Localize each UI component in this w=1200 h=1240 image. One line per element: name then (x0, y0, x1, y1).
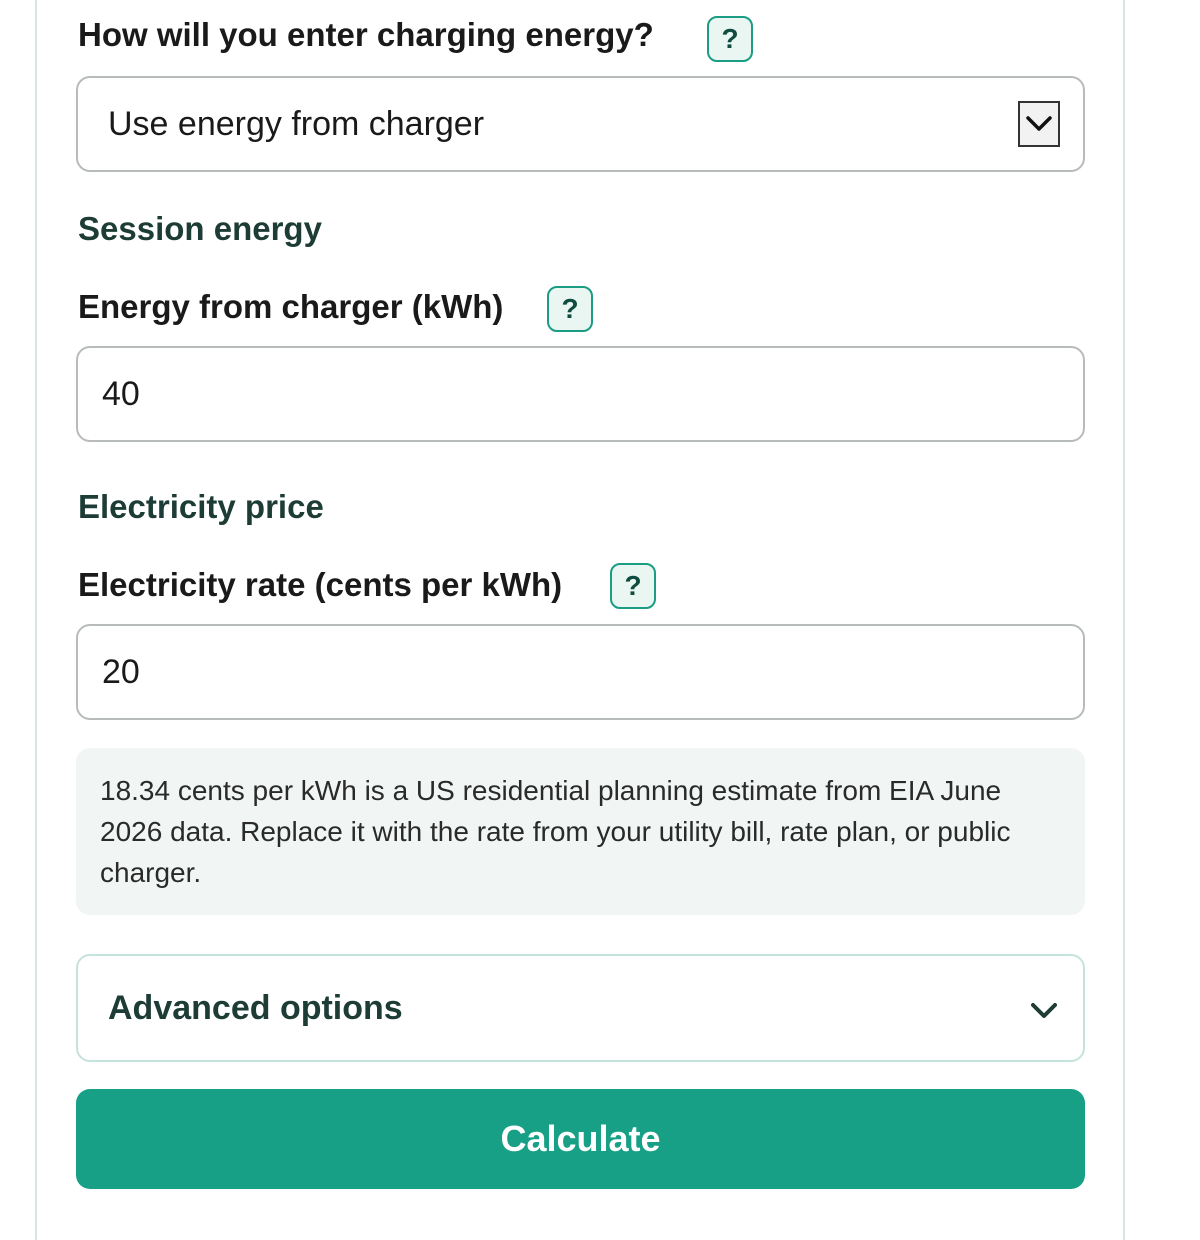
electricity-price-heading: Electricity price (78, 488, 324, 525)
help-question-icon: ? (624, 570, 642, 601)
energy-method-selected-value: Use energy from charger (108, 104, 485, 143)
energy-from-charger-input[interactable]: 40 (76, 346, 1085, 442)
help-question-icon: ? (721, 23, 739, 54)
help-question-icon: ? (561, 293, 579, 324)
advanced-options-label: Advanced options (108, 988, 403, 1027)
energy-from-charger-help-button[interactable]: ? (547, 286, 593, 332)
energy-from-charger-label: Energy from charger (kWh) (78, 288, 504, 325)
energy-method-help-button[interactable]: ? (707, 16, 753, 62)
energy-from-charger-value: 40 (102, 374, 140, 413)
electricity-rate-input[interactable]: 20 (76, 624, 1085, 720)
session-energy-heading: Session energy (78, 210, 322, 247)
rate-estimate-note: 18.34 cents per kWh is a US residential … (76, 748, 1085, 915)
electricity-rate-label: Electricity rate (cents per kWh) (78, 566, 563, 603)
electricity-rate-value: 20 (102, 652, 140, 691)
chevron-down-icon[interactable] (1018, 101, 1060, 147)
energy-method-select[interactable]: Use energy from charger (76, 76, 1085, 172)
electricity-rate-help-button[interactable]: ? (610, 563, 656, 609)
chevron-down-icon (1031, 1003, 1057, 1018)
calculate-button[interactable]: Calculate (76, 1089, 1085, 1189)
advanced-options-toggle[interactable]: Advanced options (76, 954, 1085, 1062)
energy-method-question: How will you enter charging energy? (78, 16, 654, 53)
